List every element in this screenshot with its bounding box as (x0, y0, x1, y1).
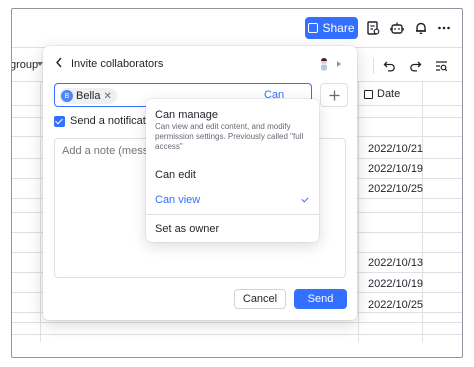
date-cell[interactable]: 2022/10/25 (368, 183, 423, 195)
bot-icon[interactable] (389, 20, 405, 36)
notify-checkbox[interactable] (54, 115, 65, 127)
date-cell[interactable]: 2022/10/19 (368, 163, 423, 175)
option-can-edit[interactable]: Can edit (155, 169, 196, 181)
option-can-manage[interactable]: Can manage (155, 109, 218, 121)
option-can-view[interactable]: Can view (155, 194, 200, 206)
share-button[interactable]: Share (305, 17, 358, 39)
avatar: B (61, 90, 73, 102)
row-divider (12, 322, 462, 323)
dialog-header: Invite collaborators (55, 57, 163, 70)
send-button[interactable]: Send (294, 289, 347, 309)
cancel-button[interactable]: Cancel (234, 289, 286, 309)
add-invitee-button[interactable] (320, 83, 348, 107)
doc-info-icon[interactable] (365, 20, 381, 36)
permission-dropdown: Can manage Can view and edit content, an… (146, 99, 319, 242)
bell-icon[interactable] (413, 20, 429, 36)
user-avatar-icon[interactable] (318, 57, 330, 71)
plus-icon (329, 90, 339, 100)
redo-icon[interactable] (409, 60, 423, 72)
date-column-header[interactable]: Date (364, 88, 400, 100)
group-by-label[interactable]: group (12, 59, 38, 71)
caret-right-icon[interactable] (337, 61, 341, 67)
share-label: Share (322, 21, 355, 35)
menu-divider (146, 214, 319, 215)
calendar-icon (364, 89, 373, 99)
check-icon (301, 195, 309, 203)
search-replace-icon[interactable] (435, 60, 449, 72)
option-can-manage-description: Can view and edit content, and modify pe… (155, 122, 304, 151)
back-arrow-icon[interactable] (55, 57, 63, 70)
invitee-chip[interactable]: B Bella ✕ (59, 88, 117, 104)
date-cell[interactable]: 2022/10/21 (368, 143, 423, 155)
invitee-name: Bella (76, 90, 101, 102)
notify-row: Send a notification (54, 115, 161, 127)
date-cell[interactable]: 2022/10/19 (368, 278, 423, 290)
close-icon[interactable]: ✕ (103, 91, 111, 102)
undo-icon[interactable] (383, 60, 397, 72)
date-column-label: Date (377, 88, 401, 100)
top-toolbar: Share (12, 9, 462, 47)
toolbar-divider (373, 58, 374, 74)
more-icon[interactable] (436, 20, 452, 36)
date-cell[interactable]: 2022/10/25 (368, 299, 423, 311)
date-cell[interactable]: 2022/10/13 (368, 257, 423, 269)
option-set-owner[interactable]: Set as owner (155, 223, 219, 235)
lock-share-icon (308, 23, 319, 33)
row-divider (12, 334, 462, 335)
dialog-title: Invite collaborators (71, 57, 164, 70)
